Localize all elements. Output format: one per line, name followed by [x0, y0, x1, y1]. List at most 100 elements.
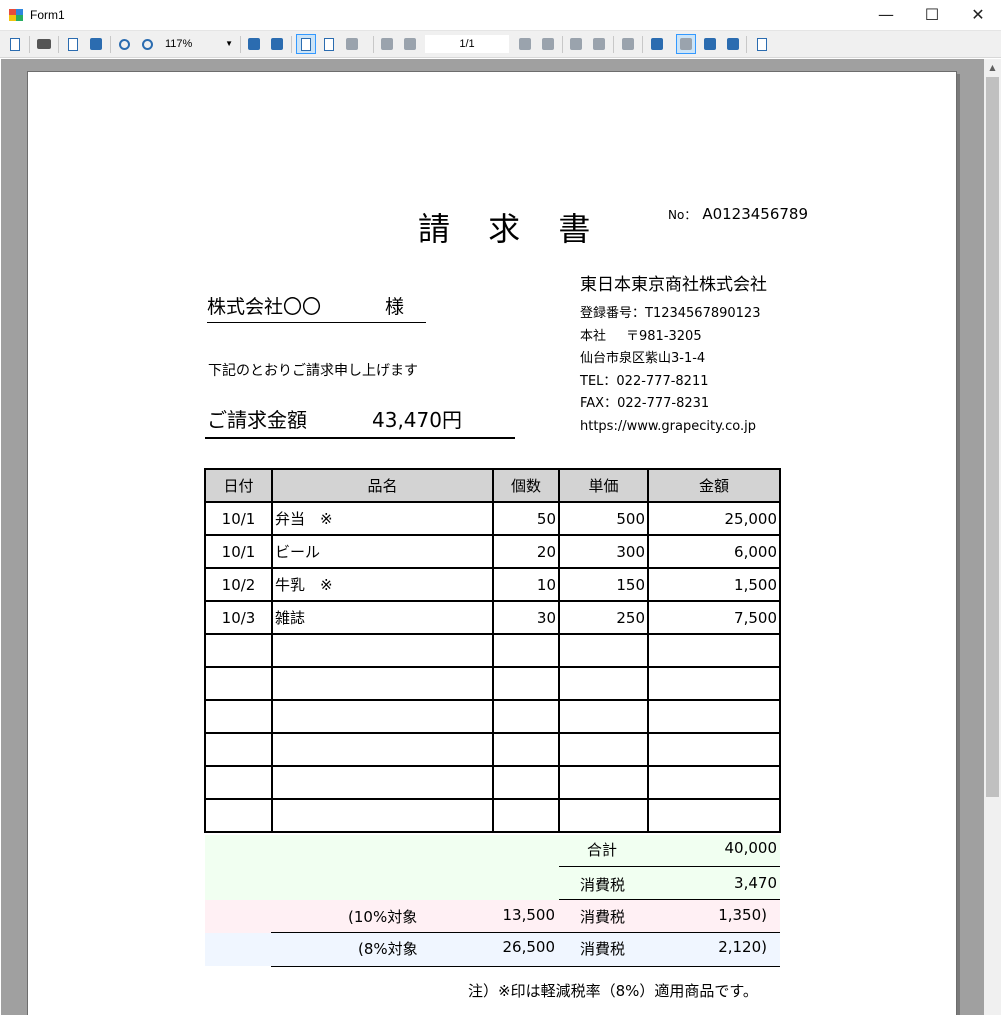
cell-price: 250	[558, 600, 649, 635]
galley-mode-icon	[757, 37, 767, 51]
toc-toggle-button[interactable]	[5, 34, 25, 54]
refresh-button[interactable]	[647, 34, 667, 54]
printer-icon	[37, 39, 51, 49]
rate8-rule	[271, 966, 780, 967]
close-button[interactable]: ✕	[955, 0, 1001, 31]
subtotal-rule	[559, 866, 780, 867]
multi-page-icon	[346, 38, 358, 50]
header-qty: 個数	[492, 468, 560, 503]
fit-page-icon	[271, 38, 283, 50]
single-page-button[interactable]	[296, 34, 316, 54]
rate10-base: 13,500	[502, 906, 556, 924]
cell-amount: 1,500	[647, 567, 781, 602]
find-button[interactable]	[86, 34, 106, 54]
billing-amount-label: ご請求金額	[207, 408, 307, 432]
snapshot-icon	[727, 38, 739, 50]
table-row-empty	[204, 798, 781, 833]
multi-page-button[interactable]	[342, 34, 362, 54]
company-tel: TEL：022-777-8211	[580, 373, 709, 389]
cell-price: 300	[558, 534, 649, 569]
fit-width-icon	[248, 38, 260, 50]
customer-name: 株式会社〇〇 様	[207, 292, 426, 323]
zoom-out-button[interactable]	[114, 34, 134, 54]
cell-item: 雑誌	[271, 600, 494, 635]
table-row-empty	[204, 699, 781, 734]
pan-mode-button[interactable]	[676, 34, 696, 54]
cell-date: 10/1	[204, 501, 273, 536]
zoom-in-icon	[141, 38, 153, 50]
document-title: 請 求 書	[418, 210, 605, 248]
page-number-field[interactable]: 1/1	[425, 35, 509, 53]
table-row-empty	[204, 633, 781, 668]
company-registration: 登録番号：T1234567890123	[580, 306, 761, 321]
next-page-icon	[519, 38, 531, 50]
snapshot-button[interactable]	[723, 34, 743, 54]
cell-item: 弁当 ※	[271, 501, 494, 536]
toolbar-separator	[613, 36, 614, 53]
selection-mode-button[interactable]	[700, 34, 720, 54]
zoom-out-icon	[118, 38, 130, 50]
fit-page-button[interactable]	[267, 34, 287, 54]
table-row-empty	[204, 666, 781, 701]
cell-qty: 30	[492, 600, 560, 635]
customer-honorific: 様	[385, 296, 405, 318]
rate10-tax-value: 1,350)	[718, 906, 767, 924]
header-item: 品名	[271, 468, 494, 503]
toolbar-separator	[110, 36, 111, 53]
galley-mode-button[interactable]	[752, 34, 772, 54]
cell-price: 150	[558, 567, 649, 602]
billing-amount-value: 43,470円	[372, 408, 462, 432]
rate8-label: (8%対象	[358, 940, 418, 958]
maximize-button[interactable]: ☐	[909, 0, 955, 31]
company-name: 東日本東京商社株式会社	[580, 275, 767, 295]
header-amount: 金額	[647, 468, 781, 503]
subtotal-value: 40,000	[724, 839, 778, 857]
next-page-button[interactable]	[515, 34, 535, 54]
print-button[interactable]	[34, 34, 54, 54]
scroll-up-icon[interactable]: ▲	[984, 59, 1001, 76]
back-icon	[622, 38, 634, 50]
billing-amount: ご請求金額 43,470円	[205, 404, 515, 439]
toolbar-separator	[240, 36, 241, 53]
window-title: Form1	[30, 8, 65, 22]
binoculars-icon	[90, 38, 102, 50]
prev-page-icon	[404, 38, 416, 50]
history-forward-button[interactable]	[589, 34, 609, 54]
fit-width-button[interactable]	[244, 34, 264, 54]
footnote: 注）※印は軽減税率（8%）適用商品です。	[468, 982, 758, 1000]
history-back-icon	[570, 38, 582, 50]
zoom-in-button[interactable]	[137, 34, 157, 54]
rate8-tax-label: 消費税	[580, 940, 626, 958]
table-row: 10/3 雑誌 30 250 7,500	[204, 600, 781, 635]
scroll-thumb[interactable]	[986, 77, 999, 797]
company-fax: FAX：022-777-8231	[580, 396, 710, 411]
copy-button[interactable]	[63, 34, 83, 54]
copy-icon	[68, 37, 78, 51]
back-to-parent-button[interactable]	[618, 34, 638, 54]
cell-qty: 10	[492, 567, 560, 602]
continuous-page-button[interactable]	[319, 34, 339, 54]
company-url: https://www.grapecity.co.jp	[580, 418, 756, 434]
toolbar-separator	[291, 36, 292, 53]
prev-page-button[interactable]	[400, 34, 420, 54]
last-page-button[interactable]	[538, 34, 558, 54]
zoom-select[interactable]: 117% ▼	[160, 35, 238, 53]
minimize-button[interactable]: —	[863, 0, 909, 31]
hand-icon	[680, 38, 692, 50]
toolbar-separator	[58, 36, 59, 53]
cell-qty: 20	[492, 534, 560, 569]
company-info: 東日本東京商社株式会社 登録番号：T1234567890123 本社 〒981-3…	[580, 270, 767, 439]
invoice-number: No： A0123456789	[668, 205, 808, 223]
single-page-icon	[301, 37, 311, 51]
toolbar-separator	[29, 36, 30, 53]
vertical-scrollbar[interactable]: ▲	[984, 59, 1001, 1015]
items-table: 日付 品名 個数 単価 金額 10/1 弁当 ※ 50 500 25,000 1…	[204, 468, 781, 833]
continuous-page-icon	[324, 37, 334, 51]
first-page-button[interactable]	[377, 34, 397, 54]
history-back-button[interactable]	[566, 34, 586, 54]
tax-value: 3,470	[734, 874, 777, 892]
cell-item: ビール	[271, 534, 494, 569]
table-header-row: 日付 品名 個数 単価 金額	[204, 468, 781, 503]
invoice-number-value: A0123456789	[702, 205, 809, 223]
rate10-tax-label: 消費税	[580, 908, 626, 926]
